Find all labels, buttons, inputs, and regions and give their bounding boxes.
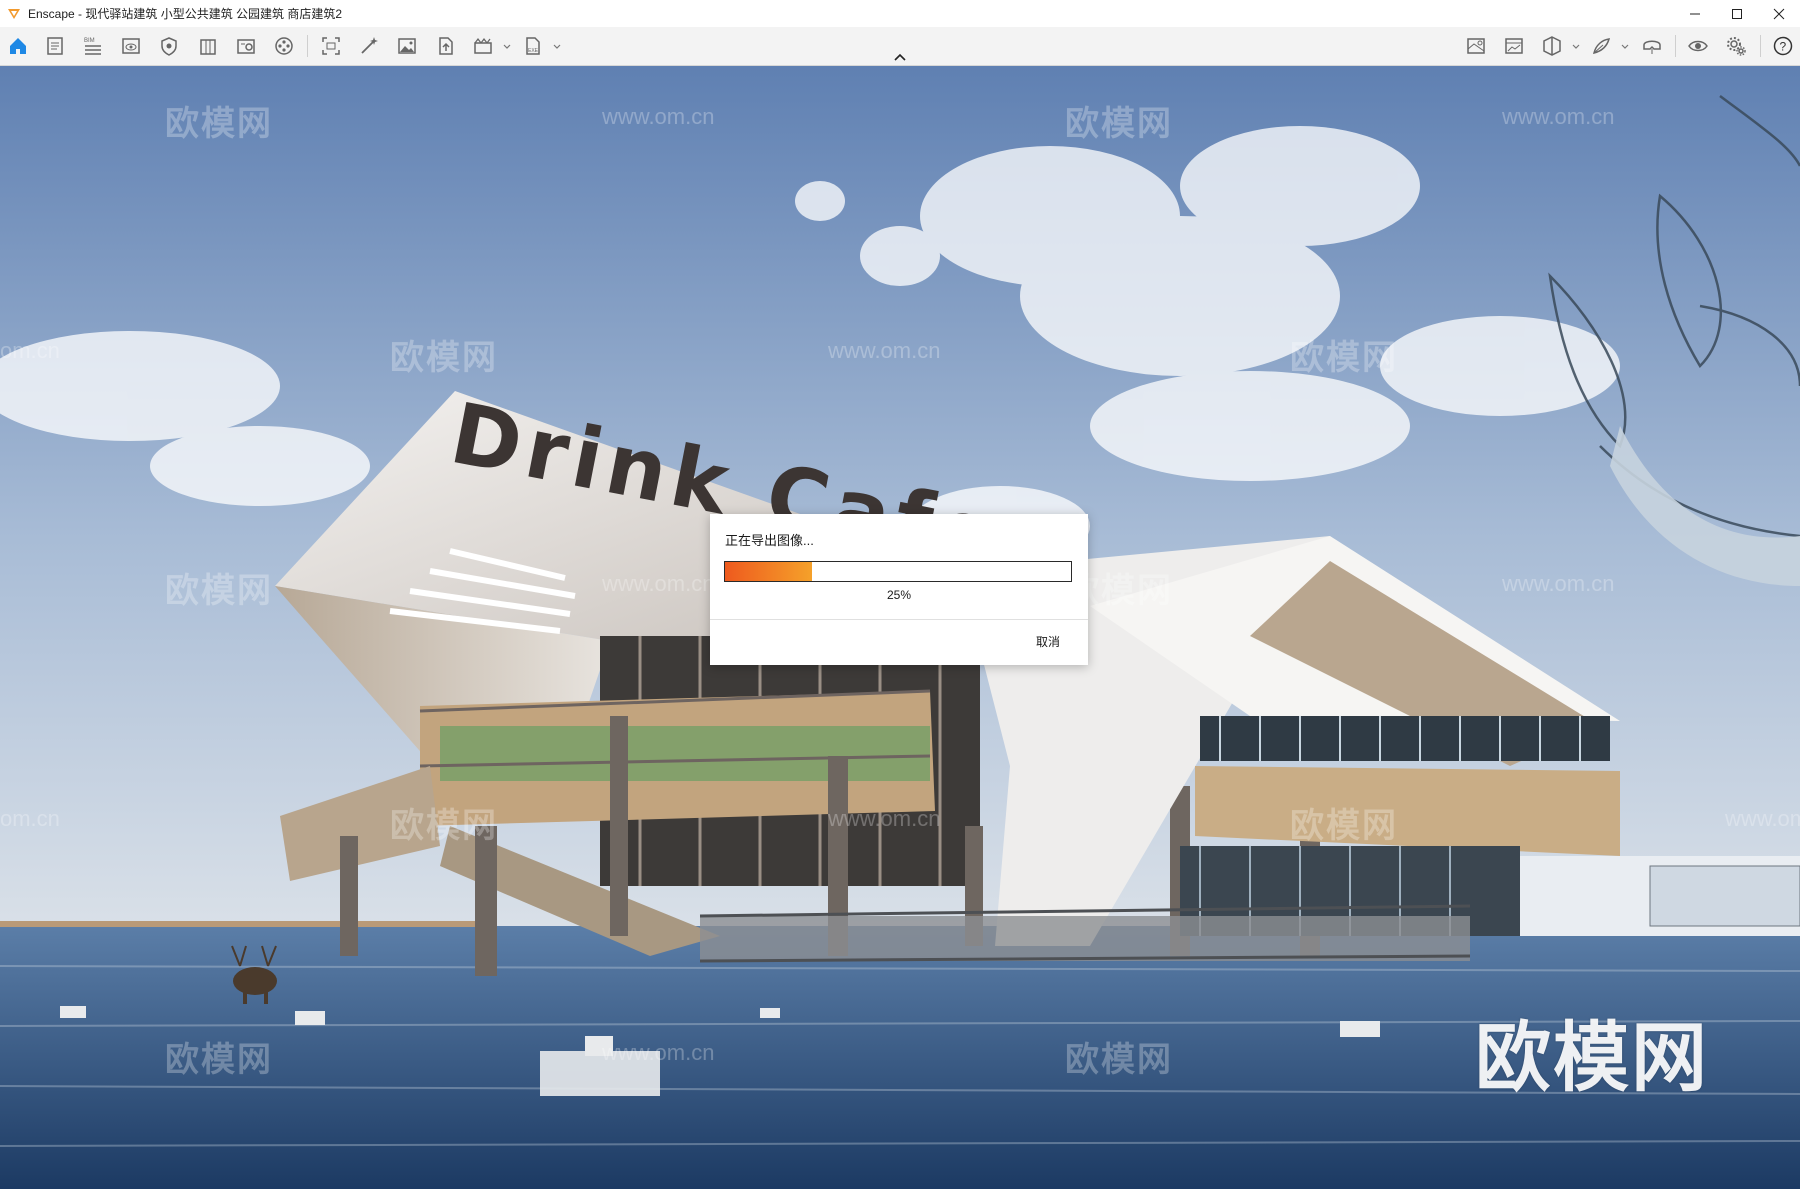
watermark-url: www.om.cn [828, 338, 941, 363]
vr-headset-icon [1643, 40, 1661, 54]
watermark-logo: 欧模网 [165, 105, 273, 143]
cube-view-dropdown-icon[interactable] [1572, 43, 1580, 51]
dialog-title: 正在导出图像... [725, 533, 814, 548]
upload-icon [439, 37, 453, 55]
video-reel-icon [275, 37, 293, 55]
image-icon [398, 38, 416, 54]
magic-wand-icon [361, 37, 378, 54]
watermark-url: www.om.cn [602, 104, 715, 129]
watermark-logo: 欧模网 [1065, 105, 1173, 143]
maximize-button[interactable] [1716, 0, 1758, 27]
settings-icon [1727, 37, 1746, 56]
image-button[interactable] [394, 34, 420, 58]
export-file-button[interactable]: EXE [520, 34, 546, 58]
svg-text:?: ? [1780, 40, 1787, 54]
title-bar: Enscape - 现代驿站建筑 小型公共建筑 公园建筑 商店建筑2 [0, 0, 1800, 28]
asset-library-icon [237, 39, 255, 54]
toolbar-separator [307, 35, 308, 57]
map-button[interactable] [1463, 34, 1489, 58]
gallery-button[interactable] [1501, 34, 1527, 58]
watermark-url: om.cn [0, 806, 60, 831]
watermark-url: www.om.cn [602, 1040, 715, 1065]
batch-render-dropdown-icon[interactable] [503, 43, 511, 51]
cube-view-button[interactable] [1539, 34, 1565, 58]
big-watermark-logo: 欧模网 [1475, 1016, 1709, 1101]
maximize-icon [1732, 8, 1742, 19]
watermark-url: om.cn [0, 338, 60, 363]
minimize-button[interactable] [1674, 0, 1716, 27]
batch-render-icon [474, 38, 492, 54]
collapse-toolbar-icon[interactable] [893, 52, 907, 62]
vr-headset-button[interactable] [1639, 34, 1665, 58]
watermark-url: www.om.cn [1502, 571, 1615, 596]
asset-library-button[interactable] [233, 34, 259, 58]
upload-button[interactable] [432, 34, 458, 58]
watermark-logo: 欧模网 [1290, 339, 1398, 377]
shield-button[interactable] [156, 34, 182, 58]
toolbar-separator [1675, 35, 1676, 57]
magic-wand-button[interactable] [356, 34, 382, 58]
settings-button[interactable] [1723, 34, 1749, 58]
window-title: Enscape - 现代驿站建筑 小型公共建筑 公园建筑 商店建筑2 [28, 7, 343, 21]
export-progress-dialog: 正在导出图像... 25% 取消 [710, 514, 1088, 665]
home-button[interactable] [5, 34, 31, 58]
document-icon [47, 37, 63, 55]
home-icon [10, 38, 26, 54]
help-icon: ? [1773, 36, 1793, 56]
watermark-logo: 欧模网 [390, 339, 498, 377]
bim-icon: BIM [84, 38, 101, 55]
export-file-icon: EXE [526, 37, 540, 55]
watermark-logo: 欧模网 [390, 807, 498, 845]
watermark-logo: 欧模网 [1290, 807, 1398, 845]
cancel-button[interactable]: 取消 [1036, 633, 1060, 650]
screenshot-icon [322, 37, 340, 55]
export-dropdown-icon[interactable] [553, 43, 561, 51]
cube-view-icon [1543, 36, 1561, 56]
watermark-logo: 欧模网 [165, 1041, 273, 1079]
watermark-logo: 欧模网 [1065, 1041, 1173, 1079]
view-button[interactable] [118, 34, 144, 58]
shield-icon [161, 37, 177, 56]
bim-button[interactable]: BIM [80, 34, 106, 58]
visibility-button[interactable] [1685, 34, 1711, 58]
progress-bar [724, 561, 1072, 582]
watermark-url: www.om.cn [1725, 806, 1800, 831]
video-button[interactable] [271, 34, 297, 58]
close-button[interactable] [1758, 0, 1800, 27]
minimize-icon [1690, 13, 1700, 14]
gallery-icon [1505, 38, 1523, 54]
watermark-url: www.om.cn [1502, 104, 1615, 129]
watermark-url: www.om.cn [828, 806, 941, 831]
watermark-logo: 欧模网 [165, 572, 273, 610]
batch-render-button[interactable] [470, 34, 496, 58]
close-icon [1773, 8, 1785, 19]
toolbar-separator [1760, 35, 1761, 57]
map-icon [1467, 38, 1485, 54]
feather-dropdown-icon[interactable] [1621, 43, 1629, 51]
building-button[interactable] [195, 34, 221, 58]
feather-icon [1592, 38, 1611, 55]
document-button[interactable] [42, 34, 68, 58]
progress-bar-fill [725, 562, 812, 581]
help-button[interactable]: ? [1770, 34, 1796, 58]
screenshot-button[interactable] [318, 34, 344, 58]
progress-percent-label: 25% [886, 588, 912, 602]
view-eye-icon [122, 38, 140, 54]
svg-text:BIM: BIM [84, 38, 95, 44]
svg-text:EXE: EXE [528, 48, 539, 54]
watermark-url: www.om.cn [602, 571, 715, 596]
visibility-icon [1688, 40, 1708, 52]
building-icon [200, 39, 216, 55]
dialog-divider [710, 619, 1088, 620]
feather-button[interactable] [1588, 34, 1614, 58]
enscape-logo-icon [8, 8, 20, 19]
